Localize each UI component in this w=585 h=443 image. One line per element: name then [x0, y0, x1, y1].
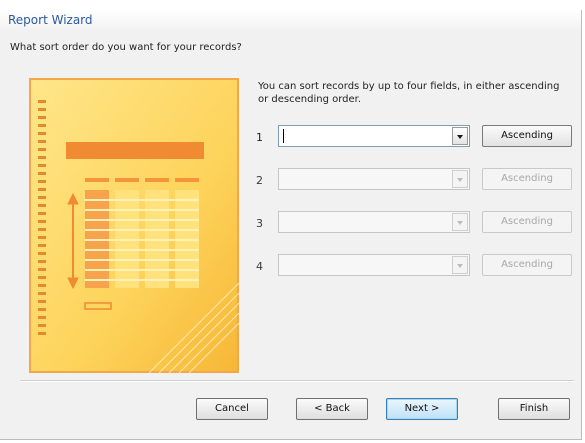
chevron-down-icon	[457, 178, 463, 182]
sort-number: 2	[256, 174, 263, 187]
sort-order-button-2[interactable]: Ascending	[482, 168, 572, 190]
next-button[interactable]: Next >	[386, 398, 458, 420]
title-bar: Report Wizard	[0, 10, 581, 32]
dropdown-button[interactable]	[452, 256, 468, 274]
sort-instructions: You can sort records by up to four field…	[258, 81, 560, 105]
chevron-down-icon	[457, 221, 463, 225]
sort-field-combobox-2[interactable]	[278, 168, 470, 190]
finish-button[interactable]: Finish	[498, 398, 570, 420]
wizard-question: What sort order do you want for your rec…	[10, 42, 242, 53]
sort-number: 1	[256, 131, 263, 144]
dropdown-button[interactable]	[452, 170, 468, 188]
sort-field-combobox-1[interactable]	[278, 125, 470, 147]
sort-row-4: 4 Ascending	[256, 254, 576, 282]
chevron-down-icon	[457, 135, 463, 139]
sort-order-button-4[interactable]: Ascending	[482, 254, 572, 276]
sort-row-2: 2 Ascending	[256, 168, 576, 196]
sort-order-button-1[interactable]: Ascending	[482, 125, 572, 147]
dropdown-button[interactable]	[452, 213, 468, 231]
report-preview-illustration	[29, 78, 239, 373]
sort-field-combobox-3[interactable]	[278, 211, 470, 233]
back-button[interactable]: < Back	[296, 398, 368, 420]
dialog-title: Report Wizard	[8, 13, 93, 27]
text-caret	[283, 129, 284, 143]
sort-order-button-3[interactable]: Ascending	[482, 211, 572, 233]
chevron-down-icon	[457, 264, 463, 268]
sort-row-3: 3 Ascending	[256, 211, 576, 239]
cancel-button[interactable]: Cancel	[196, 398, 268, 420]
separator	[20, 380, 574, 382]
dropdown-button[interactable]	[452, 127, 468, 145]
sort-number: 3	[256, 217, 263, 230]
report-wizard-dialog: Report Wizard What sort order do you wan…	[0, 10, 582, 440]
sort-number: 4	[256, 260, 263, 273]
sort-row-1: 1 Ascending	[256, 125, 576, 153]
sort-field-combobox-4[interactable]	[278, 254, 470, 276]
